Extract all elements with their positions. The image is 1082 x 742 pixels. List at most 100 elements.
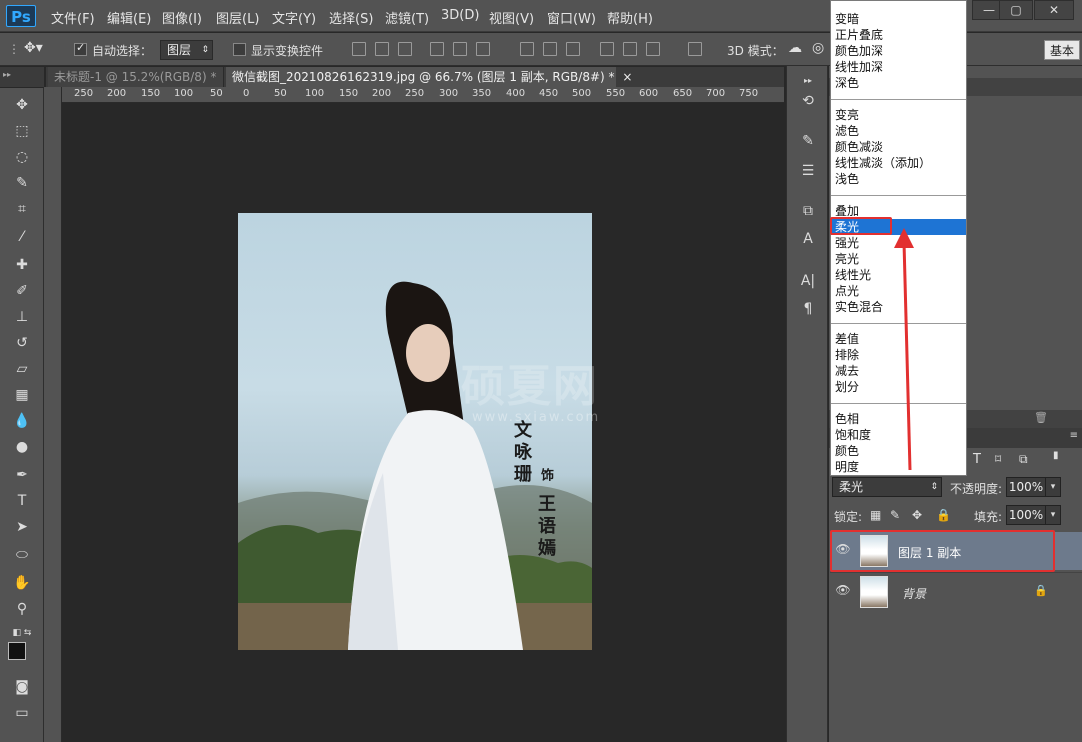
path-select-tool-icon[interactable]: ➤ — [10, 516, 34, 538]
align-bottom-icon[interactable] — [398, 42, 412, 56]
filter-toggle-icon[interactable]: ▮ — [1053, 450, 1059, 461]
align-left-icon[interactable] — [430, 42, 444, 56]
type-tool-icon[interactable]: T — [10, 490, 34, 512]
healing-brush-tool-icon[interactable]: ✚ — [10, 254, 34, 276]
distribute-vcenter-icon[interactable] — [543, 42, 557, 56]
menu-edit[interactable]: 编辑(E) — [107, 8, 151, 27]
blend-exclusion[interactable]: 排除 — [835, 347, 859, 363]
visibility-eye-icon[interactable]: 👁 — [834, 583, 852, 601]
tab-wechat-screenshot[interactable]: 微信截图_20210826162319.jpg @ 66.7% (图层 1 副本… — [226, 67, 632, 87]
blend-hue[interactable]: 色相 — [835, 411, 859, 427]
align-right-icon[interactable] — [476, 42, 490, 56]
blend-hard-mix[interactable]: 实色混合 — [835, 299, 883, 315]
menu-image[interactable]: 图像(I) — [162, 8, 202, 27]
fill-dropdown-icon[interactable]: ▾ — [1045, 505, 1061, 525]
filter-type-icon[interactable]: T — [973, 452, 981, 467]
paragraph-panel-icon[interactable]: ¶ — [797, 298, 819, 320]
auto-select-checkbox[interactable]: ✓ — [74, 41, 87, 56]
pen-tool-icon[interactable]: ✒ — [10, 464, 34, 486]
distribute-hcenter-icon[interactable] — [623, 42, 637, 56]
trash-icon[interactable]: 🗑 — [1034, 411, 1048, 424]
tab-close-icon[interactable]: × — [622, 70, 632, 84]
tab-untitled[interactable]: 未标题-1 @ 15.2%(RGB/8) * — [48, 67, 224, 87]
blend-vivid-light[interactable]: 亮光 — [835, 251, 859, 267]
restore-button[interactable]: ▢ — [999, 0, 1033, 20]
menu-file[interactable]: 文件(F) — [51, 8, 95, 27]
blend-linear-dodge[interactable]: 线性减淡（添加） — [835, 155, 931, 171]
blend-color-dodge[interactable]: 颜色减淡 — [835, 139, 883, 155]
quick-mask-icon[interactable]: ◙ — [10, 676, 34, 698]
blend-multiply[interactable]: 正片叠底 — [835, 27, 883, 43]
blend-screen[interactable]: 滤色 — [835, 123, 859, 139]
gradient-tool-icon[interactable]: ▦ — [10, 384, 34, 406]
menu-3d[interactable]: 3D(D) — [441, 8, 479, 23]
distribute-left-icon[interactable] — [600, 42, 614, 56]
zoom-tool-icon[interactable]: ⚲ — [10, 598, 34, 620]
3d-roll-icon[interactable]: ◎ — [812, 40, 824, 56]
blend-subtract[interactable]: 减去 — [835, 363, 859, 379]
distribute-bottom-icon[interactable] — [566, 42, 580, 56]
adjust-panel-icon[interactable]: ☰ — [797, 160, 819, 182]
menu-help[interactable]: 帮助(H) — [607, 8, 653, 27]
document-image[interactable] — [238, 213, 592, 650]
eraser-tool-icon[interactable]: ▱ — [10, 358, 34, 380]
move-tool-icon[interactable]: ✥▾ — [24, 40, 43, 56]
eyedropper-tool-icon[interactable]: ⁄ — [10, 226, 34, 248]
show-transform-checkbox[interactable] — [233, 43, 246, 56]
crop-tool-icon[interactable]: ⌗ — [10, 198, 34, 220]
menu-select[interactable]: 选择(S) — [329, 8, 373, 27]
align-vcenter-icon[interactable] — [375, 42, 389, 56]
character-style-icon[interactable]: A — [797, 228, 819, 250]
distribute-right-icon[interactable] — [646, 42, 660, 56]
blend-difference[interactable]: 差值 — [835, 331, 859, 347]
history-brush-tool-icon[interactable]: ↺ — [10, 332, 34, 354]
menu-filter[interactable]: 滤镜(T) — [385, 8, 429, 27]
blend-saturation[interactable]: 饱和度 — [835, 427, 871, 443]
dock-collapse-icon[interactable]: ▸▸ — [797, 70, 819, 92]
foreground-color-swatch[interactable] — [8, 642, 26, 660]
blend-pin-light[interactable]: 点光 — [835, 283, 859, 299]
stamp-tool-icon[interactable]: ⊥ — [10, 306, 34, 328]
ellipse-tool-icon[interactable]: ⬭ — [10, 544, 34, 566]
distribute-top-icon[interactable] — [520, 42, 534, 56]
align-hcenter-icon[interactable] — [453, 42, 467, 56]
move-tool-icon[interactable]: ✥ — [10, 94, 34, 116]
history-panel-icon[interactable]: ⟲ — [797, 90, 819, 112]
auto-select-dropdown[interactable]: 图层 ⇕ — [160, 40, 213, 60]
filter-smart-icon[interactable]: ⧉ — [1019, 452, 1028, 467]
3d-rotate-icon[interactable]: ☁ — [788, 40, 802, 56]
blend-darker-color[interactable]: 深色 — [835, 75, 859, 91]
character-panel-icon[interactable]: A| — [797, 270, 819, 292]
menu-layer[interactable]: 图层(L) — [216, 8, 259, 27]
opacity-input[interactable]: 100% — [1006, 477, 1046, 497]
blend-linear-light[interactable]: 线性光 — [835, 267, 871, 283]
filter-shape-icon[interactable]: ⌑ — [995, 452, 1001, 466]
screen-mode-icon[interactable]: ▭ — [10, 702, 34, 724]
blend-luminosity[interactable]: 明度 — [835, 459, 859, 475]
blend-color[interactable]: 颜色 — [835, 443, 859, 459]
blend-linear-burn[interactable]: 线性加深 — [835, 59, 883, 75]
quick-select-tool-icon[interactable]: ✎ — [10, 172, 34, 194]
layer-row-background[interactable]: 👁 背景 🔒 — [830, 572, 1082, 610]
menu-window[interactable]: 窗口(W) — [547, 8, 596, 27]
default-colors-icon[interactable]: ◧ ⇆ — [10, 622, 34, 644]
dodge-tool-icon[interactable]: ● — [10, 436, 34, 458]
blend-color-burn[interactable]: 颜色加深 — [835, 43, 883, 59]
fill-input[interactable]: 100% — [1006, 505, 1046, 525]
align-top-icon[interactable] — [352, 42, 366, 56]
hand-tool-icon[interactable]: ✋ — [10, 572, 34, 594]
workspace-button[interactable]: 基本 — [1044, 40, 1080, 60]
brush-tool-icon[interactable]: ✐ — [10, 280, 34, 302]
blend-lighten[interactable]: 变亮 — [835, 107, 859, 123]
menu-type[interactable]: 文字(Y) — [272, 8, 316, 27]
auto-align-icon[interactable] — [688, 42, 702, 56]
close-window-button[interactable]: ✕ — [1034, 0, 1074, 20]
panel-menu-icon[interactable]: ≡ — [1070, 430, 1078, 441]
blend-lighter-color[interactable]: 浅色 — [835, 171, 859, 187]
blur-tool-icon[interactable]: 💧 — [10, 410, 34, 432]
marquee-tool-icon[interactable]: ⬚ — [10, 120, 34, 142]
opacity-dropdown-icon[interactable]: ▾ — [1045, 477, 1061, 497]
lasso-tool-icon[interactable]: ◌ — [10, 146, 34, 168]
blend-divide[interactable]: 划分 — [835, 379, 859, 395]
blend-darken[interactable]: 变暗 — [835, 11, 859, 27]
